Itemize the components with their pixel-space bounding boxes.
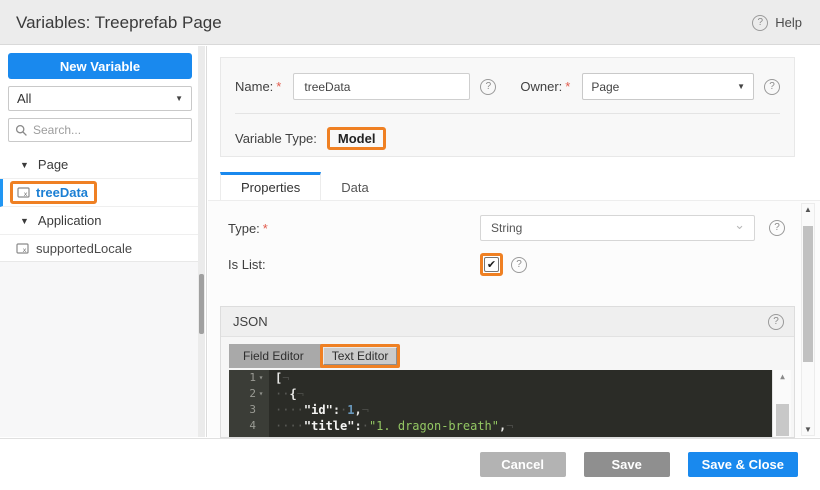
properties-scrollbar-thumb[interactable]: [803, 226, 813, 362]
json-title: JSON: [233, 314, 268, 329]
editor-scrollbar-thumb[interactable]: [776, 404, 789, 436]
search-icon: [15, 124, 28, 137]
tab-properties[interactable]: Properties: [220, 172, 321, 200]
sidebar-scrollbar[interactable]: [198, 46, 205, 437]
treedata-highlight: x treeData: [10, 181, 97, 204]
svg-text:x: x: [23, 246, 27, 254]
field-editor-button[interactable]: Field Editor: [229, 349, 318, 363]
required-asterisk: *: [263, 221, 268, 236]
dropdown-arrow-icon: ▼: [175, 94, 183, 103]
json-help-icon[interactable]: ?: [768, 314, 784, 330]
tree-group-application[interactable]: ▼ Application: [0, 207, 200, 235]
cancel-button[interactable]: Cancel: [480, 452, 566, 477]
owner-select[interactable]: Page ▼: [582, 73, 754, 100]
editor-code-area[interactable]: [¬ ··{¬ ····"id":·1,¬ ····"title":·"1. d…: [269, 370, 791, 438]
name-input[interactable]: [293, 73, 470, 100]
tree-group-page[interactable]: ▼ Page: [0, 151, 200, 179]
save-button[interactable]: Save: [584, 452, 670, 477]
help-icon: ?: [752, 15, 768, 31]
owner-value: Page: [591, 80, 619, 94]
model-variable-icon: x: [16, 242, 29, 255]
scroll-down-icon[interactable]: ▼: [802, 425, 814, 434]
fold-icon[interactable]: ▾: [256, 370, 266, 386]
json-code-editor[interactable]: 1▾ 2▾ 3 4 [¬ ··{¬ ····"id":·1,¬ ····"tit…: [229, 370, 791, 438]
tree-item-label: treeData: [36, 185, 88, 200]
type-value: String: [491, 221, 522, 235]
owner-label: Owner:*: [520, 79, 570, 94]
owner-help-icon[interactable]: ?: [764, 79, 780, 95]
variable-type-label: Variable Type:: [235, 131, 317, 146]
json-section-header: JSON ?: [221, 307, 794, 337]
variable-type-value: Model: [327, 127, 387, 150]
chevron-down-icon: ⌄: [734, 217, 745, 233]
page-title: Variables: Treeprefab Page: [16, 0, 222, 45]
new-variable-button[interactable]: New Variable: [8, 53, 192, 79]
tree-item-treedata[interactable]: x treeData: [0, 179, 200, 207]
editor-scrollbar[interactable]: ▲: [772, 370, 791, 438]
variable-filter-select[interactable]: All ▼: [8, 86, 192, 111]
is-list-label: Is List:: [228, 257, 480, 272]
help-label: Help: [775, 15, 802, 30]
line-number: 4: [249, 418, 256, 434]
editor-gutter: 1▾ 2▾ 3 4: [229, 370, 269, 438]
scroll-up-icon[interactable]: ▲: [802, 205, 814, 214]
code-line: [¬: [275, 370, 791, 386]
text-editor-button[interactable]: Text Editor: [323, 347, 398, 365]
type-select[interactable]: String ⌄: [480, 215, 755, 241]
properties-scrollbar[interactable]: ▲ ▼: [801, 203, 815, 436]
tree-item-label: supportedLocale: [36, 241, 132, 256]
code-line: ····"id":·1,¬: [275, 402, 791, 418]
variables-dialog: Variables: Treeprefab Page ? Help New Va…: [0, 0, 820, 490]
required-asterisk: *: [565, 79, 570, 94]
properties-tab-content: Type:* String ⌄ ? Is List: ✔ ? JSON ?: [208, 200, 820, 437]
line-number: 3: [249, 402, 256, 418]
dialog-footer: Cancel Save Save & Close: [0, 438, 820, 490]
model-variable-icon: x: [17, 186, 30, 199]
type-help-icon[interactable]: ?: [769, 220, 785, 236]
tree-group-label: Page: [38, 157, 68, 172]
is-list-help-icon[interactable]: ?: [511, 257, 527, 273]
json-section: JSON ? Field Editor Text Editor 1▾ 2▾ 3 …: [220, 306, 795, 438]
required-asterisk: *: [276, 79, 281, 94]
save-close-button[interactable]: Save & Close: [688, 452, 798, 477]
fold-icon[interactable]: ▾: [256, 386, 266, 402]
form-divider: [235, 113, 780, 114]
tab-data[interactable]: Data: [321, 172, 388, 200]
dropdown-arrow-icon: ▼: [737, 82, 745, 91]
type-label: Type:*: [228, 221, 480, 236]
collapse-arrow-icon: ▼: [20, 160, 29, 170]
sidebar: New Variable All ▼ ▼ Page: [0, 46, 207, 437]
line-number: 2: [249, 386, 256, 402]
check-icon: ✔: [487, 258, 496, 271]
editor-mode-toggle: Field Editor Text Editor: [229, 344, 396, 368]
main-panel: Name:* ? Owner:* Page ▼ ? Variable Type:…: [208, 46, 820, 437]
code-line: ····"title":·"1. dragon-breath",¬: [275, 418, 791, 434]
name-label: Name:*: [235, 79, 281, 94]
search-box: [8, 118, 192, 142]
tab-bar: Properties Data: [220, 172, 389, 200]
dialog-header: Variables: Treeprefab Page ? Help: [0, 0, 820, 45]
name-help-icon[interactable]: ?: [480, 79, 496, 95]
variables-tree: ▼ Page x treeData ▼ Application: [0, 151, 200, 263]
tree-empty-area: [0, 261, 200, 437]
tree-item-supportedlocale[interactable]: x supportedLocale: [0, 235, 200, 263]
code-line: ··{¬: [275, 386, 791, 402]
svg-text:x: x: [24, 190, 28, 198]
text-editor-highlight: Text Editor: [320, 344, 401, 368]
scroll-up-icon[interactable]: ▲: [773, 372, 792, 381]
filter-value: All: [17, 91, 31, 106]
tree-group-label: Application: [38, 213, 102, 228]
line-number: 1: [249, 370, 256, 386]
collapse-arrow-icon: ▼: [20, 216, 29, 226]
is-list-checkbox[interactable]: ✔: [484, 257, 499, 272]
variable-form-card: Name:* ? Owner:* Page ▼ ? Variable Type:…: [220, 57, 795, 157]
help-link[interactable]: ? Help: [752, 0, 802, 45]
search-input[interactable]: [33, 123, 185, 137]
sidebar-scrollbar-thumb[interactable]: [199, 274, 204, 334]
is-list-highlight: ✔: [480, 253, 503, 276]
